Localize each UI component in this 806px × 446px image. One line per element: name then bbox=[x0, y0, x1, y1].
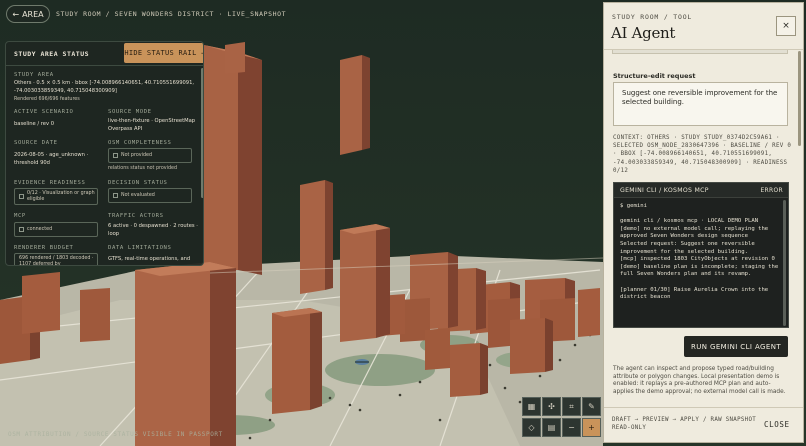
request-textarea[interactable]: Suggest one reversible improvement for t… bbox=[613, 82, 788, 126]
renderer-budget-label: RENDERER BUDGET bbox=[14, 245, 74, 251]
active-scenario-value: baseline / rev 0 bbox=[14, 121, 55, 127]
agent-eyebrow: STUDY ROOM / TOOL bbox=[612, 13, 693, 21]
study-area-status-rail: STUDY AREA STATUS HIDE STATUS RAIL → STU… bbox=[5, 41, 204, 266]
osm-completeness-label: OSM COMPLETENESS bbox=[108, 140, 172, 146]
area-back-button[interactable]: ← AREA bbox=[6, 5, 50, 23]
zoom-in-button[interactable]: + bbox=[582, 418, 601, 437]
checkbox-icon bbox=[19, 194, 24, 199]
agent-context: CONTEXT: OTHERS · STUDY STUDY_0374D2C59A… bbox=[613, 135, 792, 174]
checkbox-icon bbox=[113, 193, 118, 198]
terminal-title: GEMINI CLI / KOSMOS MCP bbox=[620, 187, 709, 194]
osm-attribution: OSM ATTRIBUTION / SOURCE STATUS VISIBLE … bbox=[8, 431, 223, 438]
close-icon[interactable]: × bbox=[776, 16, 796, 36]
workflow-mode: READ-ONLY bbox=[612, 425, 647, 431]
traffic-actors-label: TRAFFIC ACTORS bbox=[108, 213, 164, 219]
polygon-tool-button[interactable]: ◇ bbox=[522, 418, 541, 437]
source-mode-label: SOURCE MODE bbox=[108, 109, 152, 115]
table-tool-button[interactable]: ▤ bbox=[542, 418, 561, 437]
hide-status-rail-button[interactable]: HIDE STATUS RAIL → bbox=[124, 43, 203, 63]
study-area-features: Rendered 696/696 features bbox=[14, 97, 80, 102]
breadcrumb: STUDY ROOM / SEVEN WONDERS DISTRICT · LI… bbox=[56, 10, 287, 18]
zoom-out-button[interactable]: − bbox=[562, 418, 581, 437]
data-limitations-label: DATA LIMITATIONS bbox=[108, 245, 172, 251]
terminal-output: $ gemini gemini cli / kosmos mcp · LOCAL… bbox=[620, 203, 779, 301]
checkbox-icon bbox=[19, 227, 24, 232]
data-limitations-value: GTFS, real-time operations, and bbox=[108, 256, 191, 262]
checkbox-icon bbox=[113, 153, 118, 158]
osm-chip-text: Not provided bbox=[121, 153, 152, 158]
study-area-value: Others · 0.5 × 0.5 km · bbox [-74.008966… bbox=[14, 80, 195, 94]
grid-tool-button[interactable]: ⌗ bbox=[562, 397, 581, 416]
decision-chip-text: Not evaluated bbox=[121, 193, 155, 198]
terminal-status: ERROR bbox=[760, 187, 783, 194]
draw-tool-button[interactable]: ✎ bbox=[582, 397, 601, 416]
source-date-value: 2026-08-05 · age_unknown · threshold 90d bbox=[14, 152, 89, 166]
rail-divider bbox=[6, 65, 203, 66]
terminal-header: GEMINI CLI / KOSMOS MCP ERROR bbox=[614, 183, 788, 198]
pan-tool-button[interactable]: ✣ bbox=[542, 397, 561, 416]
traffic-actors-value: 6 active · 0 despawned · 2 routes · loop bbox=[108, 223, 198, 237]
evidence-readiness-label: EVIDENCE READINESS bbox=[14, 180, 86, 186]
evidence-chip-text: 0/12 · Visualization or graph eligible bbox=[27, 190, 95, 202]
source-date-label: SOURCE DATE bbox=[14, 140, 58, 146]
osm-relations-status: relations status not provided bbox=[108, 166, 178, 171]
workflow-steps: DRAFT → PREVIEW → APPLY / RAW SNAPSHOT R… bbox=[612, 416, 756, 432]
decision-status-label: DECISION STATUS bbox=[108, 180, 168, 186]
osm-completeness-chip: Not provided bbox=[108, 148, 192, 163]
gemini-terminal: GEMINI CLI / KOSMOS MCP ERROR $ gemini g… bbox=[613, 182, 789, 328]
agent-title: AI Agent bbox=[611, 24, 676, 42]
study-area-label: STUDY AREA bbox=[14, 72, 54, 78]
header-divider bbox=[604, 49, 803, 50]
mcp-label: MCP bbox=[14, 213, 26, 219]
area-button-label: AREA bbox=[22, 9, 44, 19]
workflow-flow: DRAFT → PREVIEW → APPLY / RAW SNAPSHOT bbox=[612, 417, 757, 423]
agent-note: The agent can inspect and propose typed … bbox=[613, 366, 786, 395]
renderer-budget-chip: 696 rendered / 1803 decoded · 1107 defer… bbox=[14, 253, 98, 265]
selected-building-marker[interactable] bbox=[355, 359, 369, 365]
evidence-readiness-chip: 0/12 · Visualization or graph eligible bbox=[14, 188, 98, 205]
source-mode-value: live-then-fixture · OpenStreetMap Overpa… bbox=[108, 118, 196, 132]
active-scenario-label: ACTIVE SCENARIO bbox=[14, 109, 74, 115]
rail-scrollbar[interactable] bbox=[201, 68, 203, 198]
mcp-chip-text: connected bbox=[27, 227, 53, 232]
agent-header: STUDY ROOM / TOOL AI Agent × bbox=[604, 3, 803, 49]
request-label: Structure-edit request bbox=[613, 72, 696, 80]
ai-agent-panel: Gemini CLI session · status: error STUDY… bbox=[603, 2, 804, 443]
run-gemini-cli-agent-button[interactable]: RUN GEMINI CLI AGENT bbox=[684, 336, 788, 357]
rail-title: STUDY AREA STATUS bbox=[14, 50, 90, 58]
agent-scrollbar[interactable] bbox=[798, 51, 801, 146]
back-arrow-icon: ← bbox=[12, 9, 20, 19]
footer-divider bbox=[604, 407, 803, 408]
close-button[interactable]: CLOSE bbox=[764, 420, 790, 429]
map-tool-grid: ▦ ✣ ⌗ ✎ ◇ ▤ − + bbox=[522, 397, 604, 439]
layers-tool-button[interactable]: ▦ bbox=[522, 397, 541, 416]
decision-status-chip: Not evaluated bbox=[108, 188, 192, 203]
mcp-status-chip: connected bbox=[14, 222, 98, 237]
terminal-scrollbar[interactable] bbox=[783, 200, 786, 326]
